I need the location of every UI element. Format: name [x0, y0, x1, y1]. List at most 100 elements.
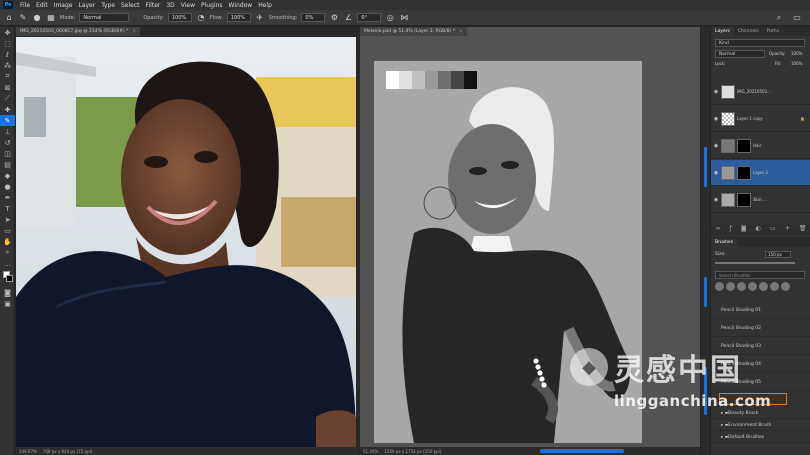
tab-channels[interactable]: Channels: [734, 27, 763, 36]
photo-canvas[interactable]: [16, 37, 356, 447]
eye-icon[interactable]: ◉: [711, 143, 721, 149]
home-icon[interactable]: ⌂: [4, 13, 14, 23]
eye-icon[interactable]: ◉: [711, 89, 721, 95]
frame-tool-icon[interactable]: ⊠: [0, 82, 15, 93]
recent-brush-preset[interactable]: [770, 282, 779, 291]
menu-3d[interactable]: 3D: [163, 2, 177, 9]
eye-icon[interactable]: ◉: [711, 170, 721, 176]
add-mask-icon[interactable]: ◙: [741, 225, 747, 235]
layer-mask-thumbnail[interactable]: [737, 192, 751, 207]
recent-brush-preset[interactable]: [726, 282, 735, 291]
layer-mask-thumbnail[interactable]: [737, 138, 751, 153]
mode-select[interactable]: Normal: [79, 13, 130, 22]
flow-input[interactable]: 100%: [226, 13, 251, 22]
pen-tool-icon[interactable]: ✒: [0, 192, 15, 203]
menu-select[interactable]: Select: [118, 2, 143, 9]
eye-icon[interactable]: ◉: [711, 116, 721, 122]
blend-mode-select[interactable]: Normal: [715, 50, 765, 58]
layer-fill-value[interactable]: 100%: [791, 61, 802, 66]
brush-preset-row[interactable]: Pencil Shading 01: [711, 302, 810, 319]
lasso-tool-icon[interactable]: ℓ: [0, 49, 15, 60]
menu-edit[interactable]: Edit: [33, 2, 51, 9]
zoom-readout[interactable]: 249.67%: [19, 449, 37, 454]
smoothing-input[interactable]: 0%: [301, 13, 326, 22]
search-icon[interactable]: ⌕: [774, 13, 784, 23]
recent-brush-preset[interactable]: [781, 282, 790, 291]
recent-brush-preset[interactable]: [759, 282, 768, 291]
symmetry-icon[interactable]: ⋈: [399, 13, 409, 23]
doc-size-readout[interactable]: 1240 px x 1754 px (150 ppi): [384, 449, 441, 454]
hand-tool-icon[interactable]: ✋: [0, 236, 15, 247]
menu-image[interactable]: Image: [51, 2, 76, 9]
menu-help[interactable]: Help: [255, 2, 275, 9]
menu-view[interactable]: View: [178, 2, 198, 9]
doc-size-readout[interactable]: 768 px x 944 px (72 ppi): [43, 449, 92, 454]
layer-filter-kind[interactable]: Kind: [715, 39, 805, 47]
brush-folder[interactable]: ▸ ▰ Environment Brush: [711, 420, 810, 431]
new-group-icon[interactable]: ▭: [770, 225, 776, 235]
zoom-tool-icon[interactable]: ⌕: [0, 247, 15, 258]
adjustment-layer-icon[interactable]: ◐: [756, 225, 761, 235]
brush-preset-icon[interactable]: ✎: [18, 13, 28, 23]
layer-row[interactable]: ◉ Skin ...: [711, 187, 810, 213]
opacity-input[interactable]: 100%: [167, 13, 192, 22]
quick-select-tool-icon[interactable]: ⁂: [0, 60, 15, 71]
brush-folder[interactable]: ▸ ▰ Default Brushes: [711, 432, 810, 443]
menu-layer[interactable]: Layer: [75, 2, 98, 9]
menu-plugins[interactable]: Plugins: [198, 2, 226, 9]
angle-input[interactable]: 0°: [357, 13, 382, 22]
doc-tab-painting[interactable]: Melanie.psd @ 51.4% (Layer 2, RGB/8) * ×: [360, 27, 467, 36]
angle-icon[interactable]: ∠: [343, 13, 353, 23]
brush-search-input[interactable]: Search Brushes: [715, 271, 805, 279]
marquee-tool-icon[interactable]: ⬚: [0, 38, 15, 49]
tab-brushes[interactable]: Brushes: [711, 238, 738, 247]
close-icon[interactable]: ×: [132, 29, 136, 34]
new-layer-icon[interactable]: +: [785, 225, 790, 235]
brush-size-slider[interactable]: [715, 262, 795, 264]
layer-opacity-value[interactable]: 100%: [791, 51, 802, 56]
menu-file[interactable]: File: [17, 2, 33, 9]
gradient-tool-icon[interactable]: ▤: [0, 159, 15, 170]
recent-brush-preset[interactable]: [715, 282, 724, 291]
layer-mask-thumbnail[interactable]: [737, 165, 751, 180]
brush-tool-icon[interactable]: ✎: [0, 115, 15, 126]
path-select-tool-icon[interactable]: ➤: [0, 214, 15, 225]
tab-paths[interactable]: Paths: [763, 27, 783, 36]
menu-filter[interactable]: Filter: [143, 2, 164, 9]
close-icon[interactable]: ×: [459, 29, 463, 34]
quick-mask-icon[interactable]: ◙: [0, 287, 15, 298]
crop-tool-icon[interactable]: ⌗: [0, 71, 15, 82]
brush-settings-icon[interactable]: ▦: [46, 13, 56, 23]
layer-row[interactable]: ◉ IMG_20210503...: [711, 79, 810, 105]
healing-tool-icon[interactable]: ✚: [0, 104, 15, 115]
recent-brush-preset[interactable]: [748, 282, 757, 291]
brush-preset-row[interactable]: Pencil Shading 02: [711, 320, 810, 337]
trash-icon[interactable]: 🗑: [799, 225, 807, 235]
layer-row[interactable]: ◉ Hair: [711, 133, 810, 159]
eraser-tool-icon[interactable]: ◫: [0, 148, 15, 159]
layer-row[interactable]: ◉ Layer 1 copy 🔒: [711, 106, 810, 132]
type-tool-icon[interactable]: T: [0, 203, 15, 214]
tab-layers[interactable]: Layers: [711, 27, 734, 36]
zoom-readout[interactable]: 51.44%: [363, 449, 378, 454]
pressure-opacity-icon[interactable]: ◔: [196, 13, 206, 23]
brush-size-icon[interactable]: ●: [32, 13, 42, 23]
panel-strip-indicator[interactable]: [704, 147, 707, 187]
airbrush-icon[interactable]: ✈: [255, 13, 265, 23]
eye-icon[interactable]: ◉: [711, 197, 721, 203]
dodge-tool-icon[interactable]: ●: [0, 181, 15, 192]
more-tools-icon[interactable]: …: [0, 258, 15, 269]
horizontal-scrollbar[interactable]: [540, 449, 624, 453]
eyedropper-tool-icon[interactable]: ⟋: [0, 93, 15, 104]
doc-tab-photo[interactable]: IMG_20210503_060817.jpg @ 214% (RGB/8#) …: [16, 27, 141, 36]
pressure-size-icon[interactable]: ◎: [385, 13, 395, 23]
stamp-tool-icon[interactable]: ⊥: [0, 126, 15, 137]
color-swatches[interactable]: [0, 269, 14, 287]
workspace-icon[interactable]: ▭: [792, 13, 802, 23]
menu-window[interactable]: Window: [226, 2, 256, 9]
background-color-swatch[interactable]: [6, 275, 13, 282]
brush-size-input[interactable]: 150 px: [765, 251, 791, 258]
layer-style-icon[interactable]: ƒ: [730, 225, 732, 235]
history-brush-tool-icon[interactable]: ↺: [0, 137, 15, 148]
blur-tool-icon[interactable]: ◆: [0, 170, 15, 181]
